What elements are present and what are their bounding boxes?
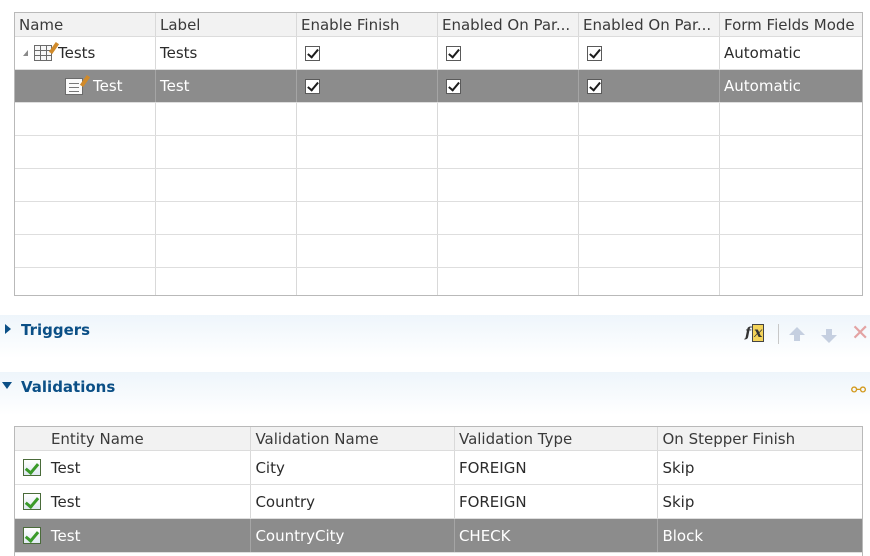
steps-grid-header: Name Label Enable Finish Enabled On Par.… — [15, 13, 862, 37]
empty-row — [15, 202, 862, 235]
link-icon[interactable]: ⚯ — [851, 380, 866, 401]
validations-grid-header: Entity Name Validation Name Validation T… — [15, 427, 862, 451]
column-header-enabled-on-par-2[interactable]: Enabled On Par... — [579, 13, 720, 36]
empty-row — [15, 235, 862, 268]
validations-grid: Entity Name Validation Name Validation T… — [14, 426, 863, 556]
enabled-on-par-1-checkbox[interactable] — [446, 78, 461, 94]
table-row-selected[interactable]: Test Test Automatic — [15, 70, 862, 103]
column-header-validation-name[interactable]: Validation Name — [251, 427, 455, 450]
tree-collapse-icon[interactable] — [23, 50, 28, 56]
function-icon[interactable]: fx — [745, 324, 765, 342]
triggers-section[interactable]: Triggers fx ✕ — [0, 315, 870, 358]
empty-row — [15, 103, 862, 136]
column-header-label[interactable]: Label — [156, 13, 297, 36]
column-header-form-fields-mode[interactable]: Form Fields Mode — [720, 13, 862, 36]
column-header-enabled-on-par-1[interactable]: Enabled On Par... — [438, 13, 579, 36]
enabled-on-par-2-checkbox[interactable] — [587, 78, 602, 94]
table-icon — [34, 45, 52, 61]
validation-icon — [22, 459, 41, 476]
table-row[interactable]: Tests Tests Automatic — [15, 37, 862, 70]
toolbar-separator — [778, 324, 779, 344]
entity-name: Test — [47, 519, 252, 552]
validation-name: Country — [251, 485, 455, 518]
validation-icon — [22, 493, 41, 510]
move-up-icon[interactable] — [789, 327, 805, 341]
move-down-icon[interactable] — [821, 329, 837, 343]
triggers-title[interactable]: Triggers — [21, 321, 90, 339]
enabled-on-par-1-checkbox[interactable] — [446, 45, 461, 61]
empty-row — [15, 136, 862, 169]
column-header-enable-finish[interactable]: Enable Finish — [297, 13, 438, 36]
row-name: Tests — [58, 44, 96, 62]
enable-finish-checkbox[interactable] — [305, 78, 320, 94]
validation-name: CountryCity — [251, 519, 455, 552]
row-label: Test — [156, 70, 297, 102]
collapse-icon[interactable] — [2, 382, 12, 389]
on-stepper-finish: Skip — [662, 458, 695, 477]
entity-name: Test — [47, 451, 252, 484]
table-row[interactable]: Test Country FOREIGN Skip — [15, 485, 862, 519]
empty-row — [15, 169, 862, 202]
column-header-name[interactable]: Name — [15, 13, 156, 36]
validations-title[interactable]: Validations — [21, 378, 115, 396]
column-header-icon — [15, 427, 47, 450]
row-name: Test — [93, 77, 123, 95]
table-row[interactable]: Test City FOREIGN Skip — [15, 451, 862, 485]
steps-grid: Name Label Enable Finish Enabled On Par.… — [14, 12, 863, 296]
expand-icon[interactable] — [5, 324, 11, 334]
row-form-fields-mode: Automatic — [724, 44, 801, 62]
column-header-on-stepper-finish[interactable]: On Stepper Finish — [658, 427, 862, 450]
enable-finish-checkbox[interactable] — [305, 45, 320, 61]
row-form-fields-mode: Automatic — [724, 77, 801, 95]
empty-row — [15, 268, 862, 295]
column-header-validation-type[interactable]: Validation Type — [455, 427, 659, 450]
entity-name: Test — [47, 485, 252, 518]
delete-icon[interactable]: ✕ — [851, 323, 869, 345]
on-stepper-finish: Block — [662, 526, 704, 545]
validation-icon — [22, 527, 41, 544]
row-label: Tests — [156, 37, 297, 69]
enabled-on-par-2-checkbox[interactable] — [587, 45, 602, 61]
validation-type: FOREIGN — [455, 485, 659, 518]
validations-section[interactable]: Validations ⚯ — [0, 372, 870, 415]
table-row-selected[interactable]: Test CountryCity CHECK Block — [15, 519, 862, 553]
validation-type: FOREIGN — [455, 451, 659, 484]
column-header-entity-name[interactable]: Entity Name — [47, 427, 252, 450]
validation-type: CHECK — [455, 519, 659, 552]
form-icon — [65, 77, 83, 95]
validation-name: City — [251, 451, 455, 484]
on-stepper-finish: Skip — [662, 492, 695, 511]
